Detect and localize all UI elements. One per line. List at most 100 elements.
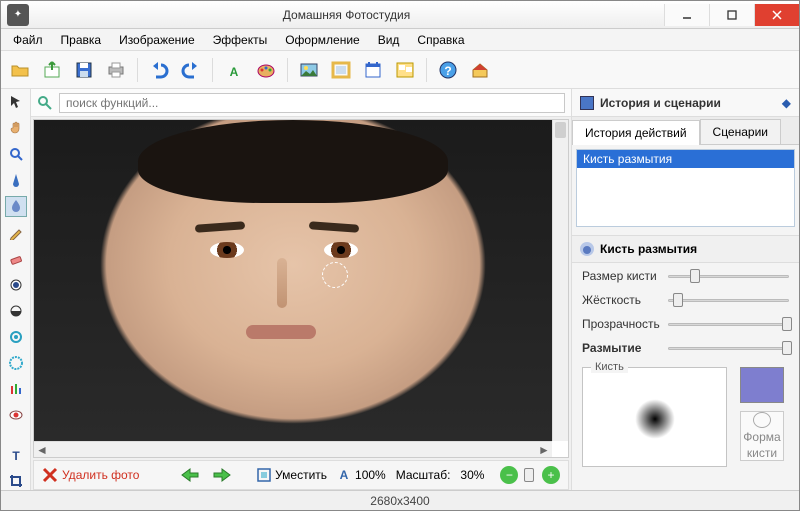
actual-size-icon: A <box>337 468 351 482</box>
blur-slider[interactable] <box>668 341 789 355</box>
search-row <box>31 89 571 117</box>
horizontal-scrollbar[interactable]: ◄ ► <box>34 441 552 457</box>
toolbar-separator <box>426 58 427 82</box>
brush-preview[interactable]: Кисть <box>582 367 727 467</box>
home-icon[interactable] <box>467 57 493 83</box>
delete-photo-button[interactable]: Удалить фото <box>42 467 139 483</box>
menu-view[interactable]: Вид <box>370 31 408 49</box>
svg-text:A: A <box>230 65 239 79</box>
menu-effects[interactable]: Эффекты <box>205 31 276 49</box>
frame-icon[interactable] <box>328 57 354 83</box>
zoom-in-button[interactable]: + <box>542 466 560 484</box>
menu-decoration[interactable]: Оформление <box>277 31 367 49</box>
size-label: Размер кисти <box>582 269 660 283</box>
photo-decoration <box>194 221 244 232</box>
scrollbar-track[interactable] <box>50 444 536 456</box>
zoom-out-button[interactable]: − <box>500 466 518 484</box>
zoom-slider[interactable] <box>528 468 532 482</box>
text-tool[interactable]: T <box>6 446 26 464</box>
eraser-tool[interactable] <box>6 250 26 268</box>
tab-scenarios[interactable]: Сценарии <box>700 119 781 144</box>
sharpen-tool[interactable] <box>6 171 26 189</box>
vertical-scrollbar[interactable] <box>552 120 568 441</box>
canvas[interactable]: ◄ ► <box>33 119 569 458</box>
levels-tool[interactable] <box>6 380 26 398</box>
minimize-button[interactable] <box>664 4 709 26</box>
right-panel: История и сценарии ◆ История действий Сц… <box>571 89 799 490</box>
fit-label: Уместить <box>275 468 327 482</box>
photo-decoration <box>210 242 244 258</box>
photo-decoration <box>246 325 316 339</box>
scrollbar-thumb[interactable] <box>555 122 566 138</box>
collapse-icon[interactable]: ◆ <box>782 96 791 110</box>
zoom-100-button[interactable]: A 100% <box>337 464 386 486</box>
brush-side-col: Форма кисти <box>735 367 789 467</box>
blur-tool[interactable] <box>6 197 26 215</box>
main-area: T ◄ ► <box>1 89 799 490</box>
collage-icon[interactable] <box>392 57 418 83</box>
pointer-tool[interactable] <box>6 93 26 111</box>
svg-text:A: A <box>340 468 349 482</box>
photo-content <box>34 120 552 441</box>
fit-button[interactable]: Уместить <box>257 464 327 486</box>
menu-help[interactable]: Справка <box>409 31 472 49</box>
search-icon <box>37 95 53 111</box>
menu-image[interactable]: Изображение <box>111 31 203 49</box>
help-icon[interactable]: ? <box>435 57 461 83</box>
hand-tool[interactable] <box>6 119 26 137</box>
prev-photo-button[interactable] <box>179 464 201 486</box>
calendar-icon[interactable] <box>360 57 386 83</box>
clone-tool[interactable] <box>6 328 26 346</box>
slider-row-opacity: Прозрачность <box>582 317 789 331</box>
blur-icon <box>580 242 594 256</box>
print-icon[interactable] <box>103 57 129 83</box>
image-icon[interactable] <box>296 57 322 83</box>
status-bar: 2680x3400 <box>1 490 799 510</box>
opacity-slider[interactable] <box>668 317 789 331</box>
next-photo-button[interactable] <box>211 464 233 486</box>
redo-icon[interactable] <box>178 57 204 83</box>
panel-tabs: История действий Сценарии <box>572 117 799 145</box>
circle-icon <box>753 412 771 428</box>
pencil-tool[interactable] <box>6 224 26 242</box>
slider-row-hardness: Жёсткость <box>582 293 789 307</box>
dodge-tool[interactable] <box>6 276 26 294</box>
menu-edit[interactable]: Правка <box>53 31 110 49</box>
toolbar-separator <box>287 58 288 82</box>
save-icon[interactable] <box>71 57 97 83</box>
maximize-button[interactable] <box>709 4 754 26</box>
history-item[interactable]: Кисть размытия <box>577 150 794 168</box>
toolbar-separator <box>212 58 213 82</box>
tool-title: Кисть размытия <box>600 242 697 256</box>
menu-file[interactable]: Файл <box>5 31 51 49</box>
scroll-left-icon[interactable]: ◄ <box>34 442 50 458</box>
palette-icon[interactable] <box>253 57 279 83</box>
denoise-tool[interactable] <box>6 354 26 372</box>
text-icon[interactable]: A <box>221 57 247 83</box>
panel-title: История и сценарии <box>600 96 782 110</box>
status-dimensions: 2680x3400 <box>370 494 429 508</box>
color-swatch[interactable] <box>740 367 784 403</box>
undo-icon[interactable] <box>146 57 172 83</box>
hardness-slider[interactable] <box>668 293 789 307</box>
scroll-right-icon[interactable]: ► <box>536 442 552 458</box>
burn-tool[interactable] <box>6 302 26 320</box>
slider-row-blur: Размытие <box>582 341 789 355</box>
menubar: Файл Правка Изображение Эффекты Оформлен… <box>1 29 799 51</box>
folder-open-icon[interactable] <box>7 57 33 83</box>
brush-group-label: Кисть <box>591 361 628 373</box>
search-input[interactable] <box>59 93 565 113</box>
svg-text:T: T <box>12 449 20 462</box>
brush-shape-button[interactable]: Форма кисти <box>740 411 784 461</box>
history-list[interactable]: Кисть размытия <box>576 149 795 227</box>
scale-label: Масштаб: <box>396 468 451 482</box>
zoom-tool[interactable] <box>6 145 26 163</box>
close-button[interactable] <box>754 4 799 26</box>
brush-blob-icon <box>635 399 675 439</box>
tab-history[interactable]: История действий <box>572 120 700 145</box>
crop-tool[interactable] <box>6 472 26 490</box>
size-slider[interactable] <box>668 269 789 283</box>
export-icon[interactable] <box>39 57 65 83</box>
photo-decoration <box>324 242 358 258</box>
redeye-tool[interactable] <box>6 406 26 424</box>
